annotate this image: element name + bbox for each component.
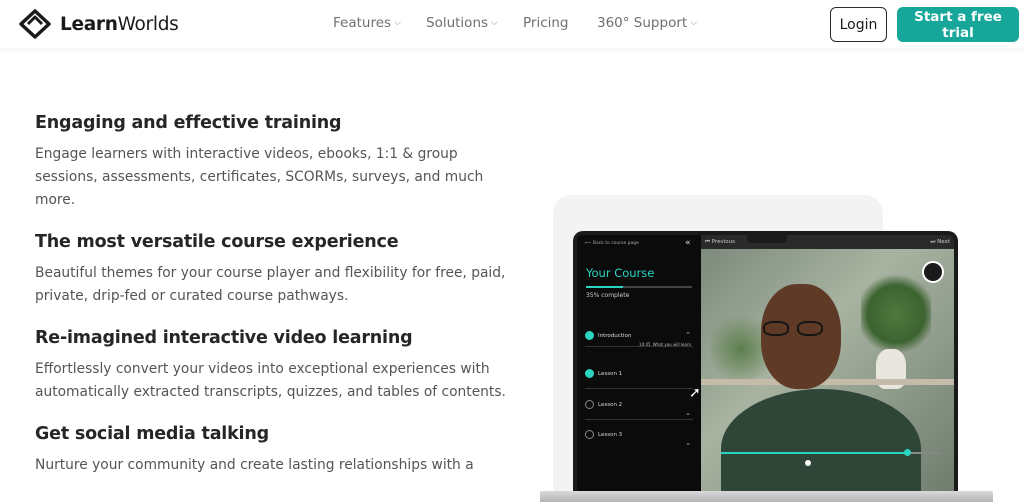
feature-text: Beautiful themes for your course player … xyxy=(35,265,506,304)
feature-text: Engage learners with interactive videos,… xyxy=(35,146,484,208)
login-button[interactable]: Login xyxy=(830,7,887,42)
laptop-screen: ⟵ Back to course page « Your Course 35% … xyxy=(577,235,954,492)
chevron-down-icon: ⌵ xyxy=(690,18,698,28)
check-icon xyxy=(585,331,594,340)
feature-title: The most versatile course experience xyxy=(35,232,399,252)
video-player[interactable] xyxy=(701,249,954,492)
shelf-decor xyxy=(701,379,954,385)
lesson-item[interactable]: Lesson 3 ⌄ xyxy=(585,430,693,447)
features-list: Engaging and effective training Engage l… xyxy=(35,113,515,497)
presenter-body xyxy=(721,389,921,492)
checkbox-icon xyxy=(585,400,594,409)
chevron-down-icon: ⌄ xyxy=(685,439,691,447)
laptop-base xyxy=(540,491,993,502)
plant-decor xyxy=(861,269,931,359)
checkbox-icon xyxy=(585,430,594,439)
logo-text: LearnWorlds xyxy=(60,13,179,35)
mouse-cursor-icon: ➚ xyxy=(689,385,701,401)
feature-title: Get social media talking xyxy=(35,424,269,444)
feature-title: Engaging and effective training xyxy=(35,113,342,133)
player-topbar: ⏮ Previous ⏭ Next xyxy=(701,235,954,249)
logo[interactable]: LearnWorlds xyxy=(18,9,179,39)
feature-item: Get social media talking Nurture your co… xyxy=(35,424,515,477)
main-nav: Features ⌵ Solutions ⌵ Pricing 360° Suppor… xyxy=(333,15,697,31)
chevron-up-icon: ⌃ xyxy=(685,331,691,339)
nav-features[interactable]: Features ⌵ xyxy=(333,15,426,31)
site-header: LearnWorlds Features ⌵ Solutions ⌵ Pricing… xyxy=(0,0,1024,48)
back-to-course-link[interactable]: ⟵ Back to course page xyxy=(585,241,639,246)
lesson-item[interactable]: Lesson 1 xyxy=(585,369,693,389)
avatar-icon[interactable] xyxy=(922,261,944,283)
start-free-trial-button[interactable]: Start a free trial xyxy=(897,7,1019,42)
feature-item: The most versatile course experience Bea… xyxy=(35,232,515,308)
learnworlds-logo-icon xyxy=(19,9,51,39)
collapse-sidebar-icon[interactable]: « xyxy=(685,238,691,248)
check-icon xyxy=(585,369,594,378)
chevron-down-icon: ⌵ xyxy=(394,18,401,28)
nav-solutions[interactable]: Solutions ⌵ xyxy=(426,15,523,31)
chevron-down-icon: ⌄ xyxy=(685,409,691,417)
course-progress-text: 35% complete xyxy=(586,292,630,299)
previous-button[interactable]: ⏮ Previous xyxy=(705,239,735,246)
feature-text: Effortlessly convert your videos into ex… xyxy=(35,361,506,400)
course-progress-bar xyxy=(586,286,692,288)
next-button[interactable]: ⏭ Next xyxy=(930,239,950,246)
course-sidebar: ⟵ Back to course page « Your Course 35% … xyxy=(577,235,701,492)
caption-dot-icon xyxy=(805,460,811,466)
nav-support[interactable]: 360° Support ⌵ xyxy=(597,15,697,31)
chevron-down-icon: ⌵ xyxy=(491,18,498,28)
lesson-item[interactable]: Lesson 2 ⌄ xyxy=(585,400,693,420)
lesson-item[interactable]: Introduction ⌃ What you will learn 10:45 xyxy=(585,331,693,347)
feature-item: Engaging and effective training Engage l… xyxy=(35,113,515,212)
feature-item: Re-imagined interactive video learning E… xyxy=(35,328,515,404)
feature-title: Re-imagined interactive video learning xyxy=(35,328,413,348)
nav-pricing[interactable]: Pricing xyxy=(523,15,597,31)
feature-text: Nurture your community and create lastin… xyxy=(35,457,474,473)
camera-notch xyxy=(747,235,787,243)
course-title: Your Course xyxy=(586,266,655,280)
glasses-icon xyxy=(763,321,841,337)
video-seek-bar[interactable] xyxy=(721,449,940,456)
laptop-mockup: ⟵ Back to course page « Your Course 35% … xyxy=(573,231,958,496)
